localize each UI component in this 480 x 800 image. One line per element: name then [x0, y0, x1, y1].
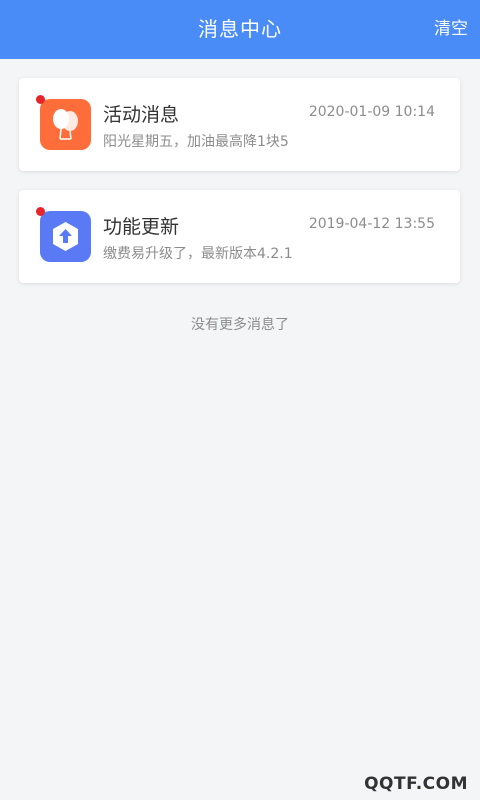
header-bar: 消息中心 清空 — [0, 0, 480, 59]
message-card-update[interactable]: 功能更新 缴费易升级了，最新版本4.2.1 2019-04-12 13:55 — [19, 190, 460, 283]
message-title: 功能更新 — [103, 216, 180, 238]
message-time: 2019-04-12 13:55 — [308, 216, 435, 232]
balloon-icon — [40, 99, 91, 150]
unread-dot — [36, 95, 45, 104]
message-title: 活动消息 — [103, 104, 180, 126]
watermark: QQTF.COM — [364, 774, 468, 794]
message-time: 2020-01-09 10:14 — [308, 104, 435, 120]
unread-dot — [36, 207, 45, 216]
upgrade-arrow-icon — [40, 211, 91, 262]
clear-button[interactable]: 清空 — [434, 0, 468, 59]
message-subtitle: 缴费易升级了，最新版本4.2.1 — [103, 246, 293, 262]
message-card-activity[interactable]: 活动消息 阳光星期五，加油最高降1块5 2020-01-09 10:14 — [19, 78, 460, 171]
no-more-messages-text: 没有更多消息了 — [191, 317, 289, 333]
page-title: 消息中心 — [198, 17, 282, 41]
message-subtitle: 阳光星期五，加油最高降1块5 — [103, 134, 289, 150]
